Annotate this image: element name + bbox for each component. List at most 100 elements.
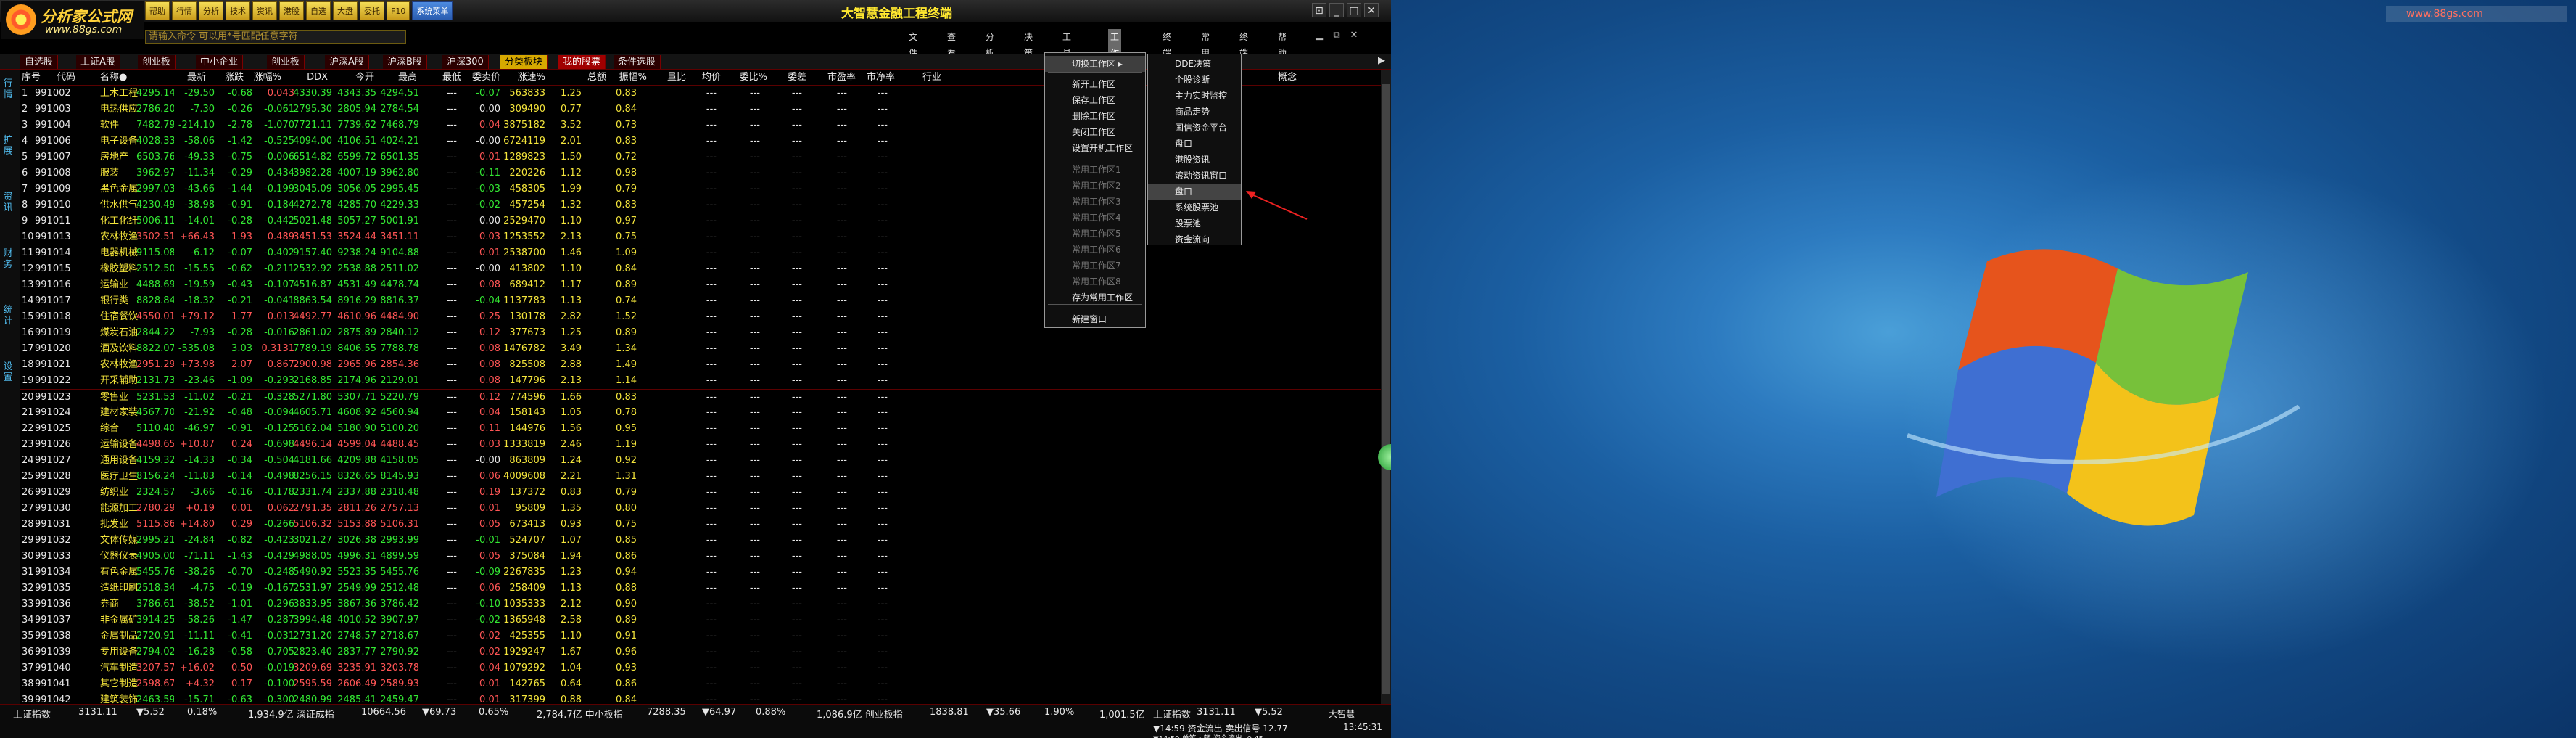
table-row[interactable]: 28 991031 批发业 5115.86 +14.80 0.29 -0.266 5106.3… [20, 517, 1381, 533]
tab-3[interactable]: 中小企业 [196, 55, 244, 69]
toolbar-button[interactable]: 大盘 [333, 1, 358, 20]
table-row[interactable]: 25 991028 医疗卫生 8156.24 -11.83 -0.14 -0.498 8256… [20, 469, 1381, 485]
table-row[interactable]: 19 991022 开采辅助 2131.73 -23.46 -1.09 -0.293 2168… [20, 373, 1381, 389]
column-header[interactable]: 最新 [168, 70, 206, 86]
column-header[interactable]: 涨跌 [206, 70, 244, 86]
column-header[interactable]: 委卖价 [463, 70, 500, 86]
tab-7[interactable]: 沪深300 [442, 55, 489, 69]
minimize-button[interactable]: _ [1329, 3, 1344, 17]
table-row[interactable]: 30 991033 仪器仪表 4905.00 -71.11 -1.43 -0.429 4988… [20, 549, 1381, 565]
column-header[interactable]: 代码 [57, 70, 97, 86]
toolbar-button[interactable]: 技术 [226, 1, 250, 20]
submenu-item[interactable]: 主力实时监控 [1148, 88, 1241, 104]
child-restore-button[interactable]: ⧉ [1329, 29, 1344, 42]
vertical-scrollbar[interactable] [1381, 70, 1391, 704]
tab-10[interactable]: 条件选股 [614, 55, 661, 69]
table-row[interactable]: 23 991026 运输设备 4498.65 +10.87 0.24 -0.698 4496.… [20, 437, 1381, 453]
submenu-item[interactable]: 盘口 [1148, 136, 1241, 152]
tab-6[interactable]: 沪深B股 [383, 55, 427, 69]
submenu-item[interactable]: 商品走势 [1148, 104, 1241, 120]
table-row[interactable]: 32 991035 造纸印刷 2518.34 -4.75 -0.19 -0.167 2531.… [20, 581, 1381, 596]
workspace-menu-item[interactable]: 设置开机工作区 [1045, 140, 1145, 156]
table-row[interactable]: 13 991016 运输业 4488.69 -19.59 -0.43 -0.107 4516.… [20, 277, 1381, 293]
toolbar-button[interactable]: 系统菜单 [412, 1, 453, 20]
table-row[interactable]: 17 991020 酒及饮料 8822.07 -535.08 3.03 0.3131 7789… [20, 341, 1381, 357]
submenu-item[interactable]: 个股诊断 [1148, 72, 1241, 88]
table-row[interactable]: 26 991029 纺织业 2324.57 -3.66 -0.16 -0.178 2331.7… [20, 485, 1381, 501]
sidebar-item-1[interactable]: 扩展 [2, 135, 14, 157]
workspace-menu-item[interactable]: 新开工作区 [1045, 76, 1145, 92]
table-row[interactable]: 21 991024 建材家装 4567.70 -21.92 -0.48 -0.094 4605… [20, 405, 1381, 421]
column-header[interactable]: 总额 [558, 70, 606, 86]
tab-9[interactable]: 我的股票 [558, 55, 606, 69]
table-row[interactable]: 33 991036 券商 3786.61 -38.52 -1.01 -0.296 3833.9… [20, 596, 1381, 612]
workspace-menu-item[interactable]: 关闭工作区 [1045, 124, 1145, 140]
column-header[interactable]: 最高 [375, 70, 417, 86]
submenu-item[interactable]: 滚动资讯窗口 [1148, 168, 1241, 184]
table-row[interactable]: 22 991025 综合 5110.40 -46.97 -0.91 -0.125 5162.0… [20, 421, 1381, 437]
submenu-item[interactable]: 国信资金平台 [1148, 120, 1241, 136]
column-header[interactable]: 概念 [1253, 70, 1297, 86]
close-button[interactable]: ✕ [1364, 3, 1379, 17]
tab-4[interactable]: 创业板 [267, 55, 305, 69]
table-row[interactable]: 29 991032 文体传媒 2995.21 -24.84 -0.82 -0.423 3021… [20, 533, 1381, 549]
table-row[interactable]: 15 991018 住宿餐饮 4550.01 +79.12 1.77 0.013 4492.7… [20, 309, 1381, 325]
table-row[interactable]: 14 991017 银行类 8828.84 -18.32 -0.21 -0.041 8863.… [20, 293, 1381, 309]
submenu-item[interactable]: 股票池 [1148, 216, 1241, 231]
sidebar-item-5[interactable]: 设置 [2, 361, 14, 383]
column-header[interactable]: 市净率 [859, 70, 895, 86]
table-row[interactable]: 12 991015 橡胶塑料 2512.50 -15.55 -0.62 -0.211 2532… [20, 261, 1381, 277]
toolbar-button[interactable]: 行情 [172, 1, 197, 20]
table-row[interactable]: 38 991041 其它制造 2598.67 +4.32 0.17 -0.100 2595.5… [20, 676, 1381, 692]
column-header[interactable]: 均价 [688, 70, 721, 86]
sidebar-item-4[interactable]: 统计 [2, 305, 14, 327]
tab-2[interactable]: 创业板 [138, 55, 176, 69]
workspace-menu-item[interactable]: 切换工作区 ▸ [1045, 56, 1145, 72]
column-header[interactable]: 振幅% [608, 70, 647, 86]
table-row[interactable]: 34 991037 非金属矿 3914.25 -58.26 -1.47 -0.287 3994… [20, 612, 1381, 628]
toolbar-button[interactable]: 港股 [279, 1, 304, 20]
workspace-menu-item[interactable]: 新建窗口 [1045, 311, 1145, 327]
workspace-menu-item[interactable]: 删除工作区 [1045, 108, 1145, 124]
table-row[interactable]: 18 991021 农林牧渔 2951.29 +73.98 2.07 0.867 2900.9… [20, 357, 1381, 373]
table-row[interactable]: 27 991030 能源加工 2780.29 +0.19 0.01 0.062 2791.35… [20, 501, 1381, 517]
tab-5[interactable]: 沪深A股 [325, 55, 369, 69]
scrollbar-thumb[interactable] [1382, 84, 1390, 694]
column-header[interactable]: DDX [286, 70, 328, 86]
submenu-item[interactable]: 盘口 [1148, 184, 1241, 200]
child-minimize-button[interactable]: ▁ [1312, 29, 1326, 42]
sidebar-item-0[interactable]: 行情 [2, 78, 14, 100]
table-row[interactable]: 37 991040 汽车制造 3207.57 +16.02 0.50 -0.019 3209.… [20, 660, 1381, 676]
column-header[interactable]: 名称● [100, 70, 164, 86]
workspace-menu-item[interactable]: 保存工作区 [1045, 92, 1145, 108]
column-header[interactable]: 序号 [22, 70, 48, 86]
column-header[interactable]: 最低 [419, 70, 461, 86]
table-row[interactable]: 35 991038 金属制品 2720.91 -11.11 -0.41 -0.031 2731… [20, 628, 1381, 644]
toolbar-button[interactable]: 自选 [306, 1, 331, 20]
column-header[interactable]: 委差 [773, 70, 806, 86]
tab-8[interactable]: 分类板块 [500, 55, 548, 69]
column-header[interactable]: 涨幅% [244, 70, 281, 86]
child-close-button[interactable]: ✕ [1347, 29, 1361, 42]
toolbar-button[interactable]: 资讯 [252, 1, 277, 20]
submenu-item[interactable]: DDE决策 [1148, 56, 1241, 72]
table-row[interactable]: 20 991023 零售业 5231.53 -11.02 -0.21 -0.328 5271.… [20, 389, 1381, 405]
workspace-menu-item[interactable]: 存为常用工作区 [1045, 290, 1145, 306]
toolbar-button[interactable]: 分析 [199, 1, 223, 20]
submenu-item[interactable]: 资金流向 [1148, 231, 1241, 247]
maximize-button[interactable]: □ [1347, 3, 1361, 17]
table-row[interactable]: 31 991034 有色金属 5455.76 -38.26 -0.70 -0.248 5490… [20, 565, 1381, 581]
toolbar-button[interactable]: 帮助 [145, 1, 170, 20]
command-input[interactable]: 请输入命令 可以用*号匹配任意字符 [145, 30, 406, 44]
column-header[interactable]: 市盈率 [818, 70, 856, 86]
toolbar-button[interactable]: F10 [387, 1, 410, 20]
link-icon[interactable]: ⊡ [1312, 3, 1326, 17]
submenu-item[interactable]: 系统股票池 [1148, 200, 1241, 216]
column-header[interactable]: 涨速% [508, 70, 545, 86]
tab-scroll-arrow-icon[interactable]: ▶ [1378, 55, 1385, 66]
table-row[interactable]: 36 991039 专用设备 2794.02 -16.28 -0.58 -0.705 2823… [20, 644, 1381, 660]
column-header[interactable]: 量比 [651, 70, 686, 86]
tab-1[interactable]: 上证A股 [76, 55, 120, 69]
table-row[interactable]: 24 991027 通用设备 4159.32 -14.33 -0.34 -0.504 4181… [20, 453, 1381, 469]
column-header[interactable]: 行业 [898, 70, 941, 86]
